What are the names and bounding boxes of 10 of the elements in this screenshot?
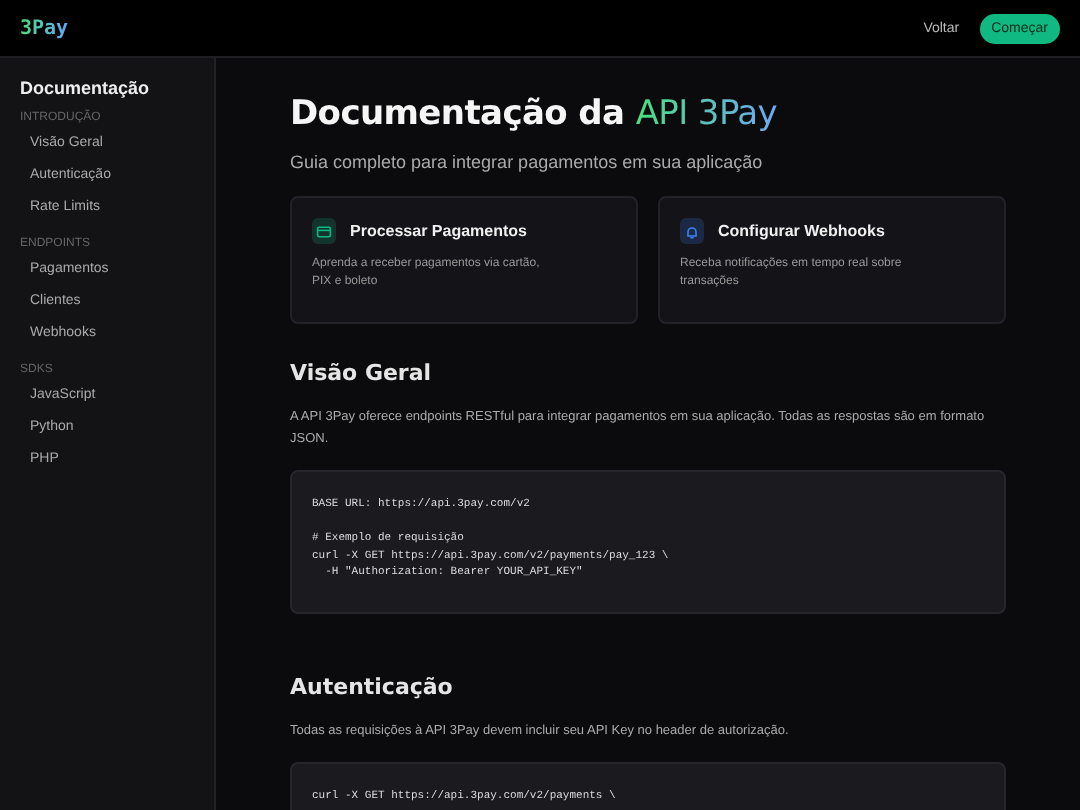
card-title: Configurar Webhooks xyxy=(718,222,885,240)
bell-icon xyxy=(684,223,700,239)
section-heading: Visão Geral xyxy=(290,360,434,386)
card-title: Processar Pagamentos xyxy=(350,222,527,240)
logo[interactable]: 3Pay xyxy=(20,17,69,39)
page-subtitle: Guia completo para integrar pagamentos em sua aplicação xyxy=(290,152,765,172)
page-title: Documentação da API 3Pay xyxy=(290,94,780,134)
section-heading: Autenticação xyxy=(290,674,455,701)
sidebar-title: Documentação xyxy=(20,78,152,98)
card-icon xyxy=(316,223,332,239)
